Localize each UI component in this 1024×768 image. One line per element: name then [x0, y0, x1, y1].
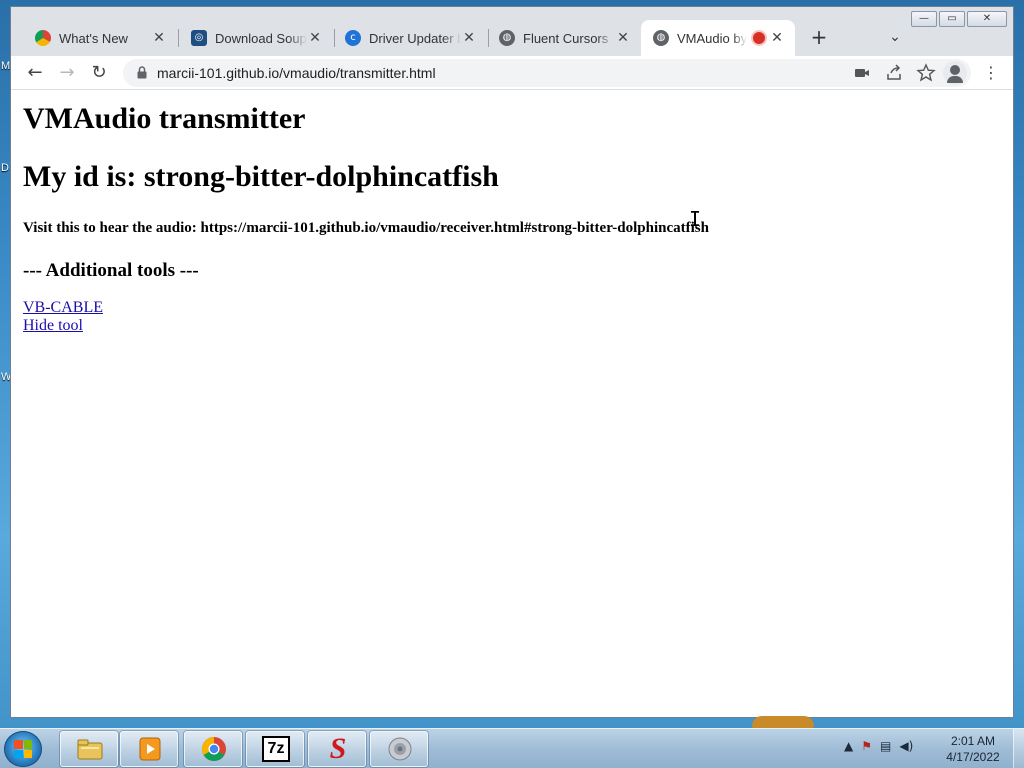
lock-icon[interactable]	[137, 66, 147, 79]
transmitter-id-heading: My id is: strong-bitter-dolphincatfish	[23, 160, 499, 193]
volume-icon[interactable]: ◀)	[899, 739, 913, 753]
tab-title: VMAudio by	[677, 30, 747, 46]
profile-avatar-icon[interactable]	[943, 61, 967, 85]
media-player-icon	[139, 737, 161, 761]
close-tab-icon[interactable]: ✕	[769, 30, 785, 46]
tab-strip: What's New ✕ ◎ Download Soupt ✕ c Driver…	[11, 7, 1013, 57]
vb-cable-link[interactable]: VB-CABLE	[23, 299, 103, 317]
minimize-button[interactable]: —	[911, 11, 937, 27]
camera-in-use-icon[interactable]	[851, 62, 873, 84]
tab-title: Driver Updater b	[369, 30, 461, 46]
taskbar-chrome[interactable]	[184, 731, 242, 767]
page-content: VMAudio transmitter My id is: strong-bit…	[11, 90, 1013, 717]
driver-updater-icon: c	[345, 30, 361, 46]
tools-links: VB-CABLE Hide tool	[23, 299, 1001, 335]
tab-title: What's New	[59, 30, 128, 46]
browser-window: What's New ✕ ◎ Download Soupt ✕ c Driver…	[10, 6, 1014, 718]
tab-whats-new[interactable]: What's New ✕	[23, 20, 177, 56]
forward-button[interactable]: →	[55, 61, 79, 85]
tab-title: Download Soupt	[215, 30, 307, 46]
s-app-icon: S	[329, 732, 347, 765]
show-desktop-button[interactable]	[1013, 729, 1024, 768]
tab-driver-updater[interactable]: c Driver Updater b ✕	[333, 20, 487, 56]
close-tab-icon[interactable]: ✕	[461, 30, 477, 46]
system-tray: ▲ ⚑ ▤ ◀)	[844, 739, 913, 753]
tab-download-soupt[interactable]: ◎ Download Soupt ✕	[179, 20, 333, 56]
close-tab-icon[interactable]: ✕	[307, 30, 323, 46]
desktop-pet-icon	[752, 716, 814, 728]
receiver-link-text[interactable]: Visit this to hear the audio: https://ma…	[23, 218, 1001, 238]
bookmark-star-icon[interactable]	[915, 62, 937, 84]
7zip-icon: 7z	[262, 736, 290, 762]
taskbar-speaker[interactable]	[370, 731, 428, 767]
network-icon[interactable]: ▤	[880, 739, 891, 753]
clock-time: 2:01 AM	[950, 734, 996, 748]
taskbar-explorer[interactable]	[60, 731, 118, 767]
action-center-flag-icon[interactable]: ⚑	[861, 739, 872, 753]
browser-toolbar: ← → ↻ marcii-101.github.io/vmaudio/trans…	[11, 56, 1013, 90]
hide-tool-link[interactable]: Hide tool	[23, 317, 83, 335]
start-button[interactable]	[4, 731, 42, 767]
new-tab-button[interactable]: +	[807, 26, 831, 50]
window-controls: — ▭ ✕	[911, 11, 1007, 27]
explorer-icon	[77, 739, 103, 760]
tab-fluent-cursors[interactable]: ◍ Fluent Cursors ✕	[487, 20, 641, 56]
address-bar[interactable]: marcii-101.github.io/vmaudio/transmitter…	[123, 59, 971, 87]
taskbar: 7z S ▲ ⚑ ▤ ◀) 2:01 AM 4/17/2022	[0, 728, 1024, 768]
reload-button[interactable]: ↻	[87, 61, 111, 85]
windows-logo-icon	[14, 740, 32, 758]
url-text[interactable]: marcii-101.github.io/vmaudio/transmitter…	[157, 65, 436, 81]
tab-vmaudio[interactable]: ◍ VMAudio by ✕	[641, 20, 795, 56]
globe-icon: ◍	[653, 30, 669, 46]
chrome-icon	[201, 737, 226, 762]
page-title: VMAudio transmitter	[23, 102, 306, 135]
taskbar-7zip[interactable]: 7z	[246, 731, 304, 767]
text-cursor-icon: I	[689, 207, 702, 231]
share-icon[interactable]	[883, 62, 905, 84]
taskbar-clock[interactable]: 2:01 AM 4/17/2022	[936, 733, 1010, 765]
show-hidden-icons-icon[interactable]: ▲	[844, 739, 853, 753]
clock-date: 4/17/2022	[946, 750, 1000, 764]
browser-menu-button[interactable]: ⋮	[979, 61, 1003, 85]
speaker-icon	[388, 737, 412, 761]
back-button[interactable]: ←	[23, 61, 47, 85]
tab-search-button[interactable]: ⌄	[883, 26, 907, 50]
recording-indicator-icon	[753, 32, 765, 44]
taskbar-s-app[interactable]: S	[308, 731, 366, 767]
close-window-button[interactable]: ✕	[967, 11, 1007, 27]
taskbar-media-player[interactable]	[120, 731, 178, 767]
chrome-icon	[35, 30, 51, 46]
soupt-icon: ◎	[191, 30, 207, 46]
tab-title: Fluent Cursors	[523, 30, 609, 46]
additional-tools-heading: --- Additional tools ---	[23, 260, 199, 281]
maximize-button[interactable]: ▭	[939, 11, 965, 27]
globe-icon: ◍	[499, 30, 515, 46]
close-tab-icon[interactable]: ✕	[151, 30, 167, 46]
close-tab-icon[interactable]: ✕	[615, 30, 631, 46]
